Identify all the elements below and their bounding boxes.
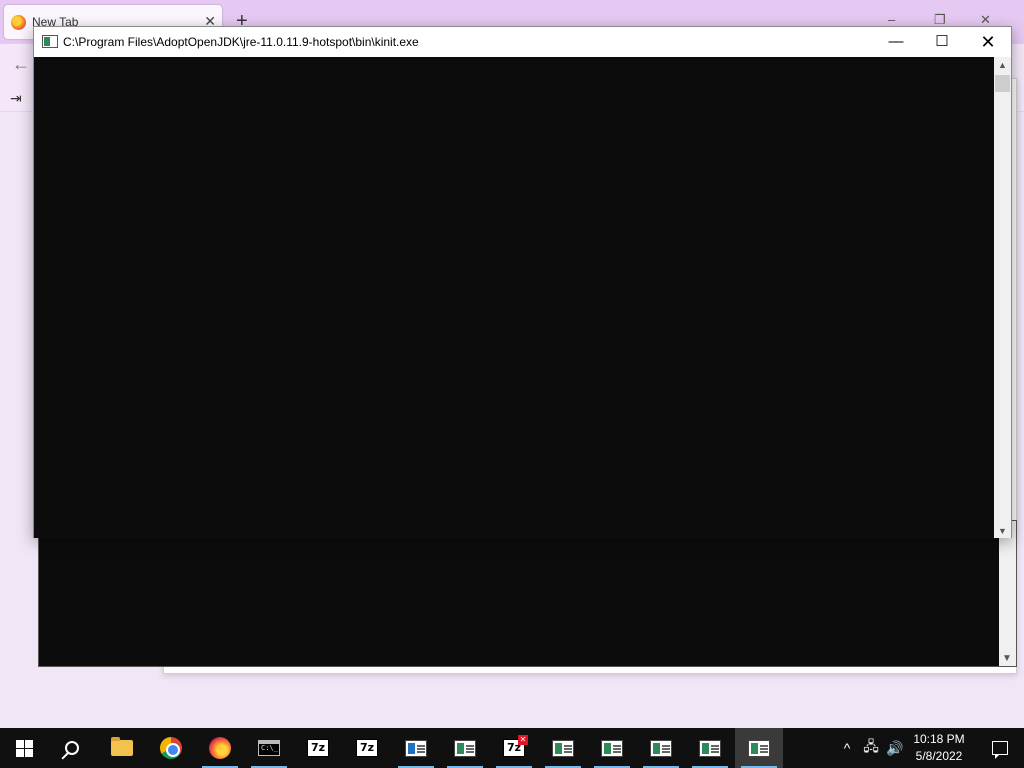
network-tray-button[interactable]: 🖧 — [860, 728, 882, 768]
taskbar-app-window[interactable] — [392, 728, 440, 768]
taskbar-java-console-1[interactable] — [441, 728, 489, 768]
taskbar-java-console-4[interactable] — [637, 728, 685, 768]
import-bookmarks-icon[interactable]: ⇥ — [10, 90, 22, 107]
scroll-down-arrow-icon[interactable]: ▼ — [998, 526, 1007, 536]
java-console-icon — [650, 739, 672, 757]
close-button[interactable]: ✕ — [965, 27, 1011, 57]
minimize-button[interactable]: — — [873, 27, 919, 57]
scroll-down-arrow-icon[interactable]: ▼ — [1002, 653, 1012, 664]
taskbar-7zip-error[interactable]: 7z ✕ — [490, 728, 538, 768]
taskbar-kinit-console[interactable] — [735, 728, 783, 768]
taskbar-java-console-5[interactable] — [686, 728, 734, 768]
volume-tray-button[interactable]: 🔊 — [884, 728, 906, 768]
windows-logo-icon — [15, 739, 33, 757]
firefox-favicon-icon — [11, 15, 26, 30]
clock-time: 10:18 PM — [913, 732, 965, 746]
chevron-up-icon: ^ — [843, 740, 851, 756]
console-scrollbar[interactable]: ▲ ▼ — [994, 57, 1011, 538]
cmd-icon-text: C:\_ — [261, 744, 278, 752]
taskbar-firefox[interactable] — [196, 728, 244, 768]
app-window-icon — [405, 739, 427, 757]
java-console-icon — [601, 739, 623, 757]
start-button[interactable] — [0, 728, 48, 768]
chrome-icon — [160, 737, 182, 759]
console-app-icon — [42, 35, 58, 48]
taskbar: C:\_ 7z 7z 7z ✕ ^ 🖧 🔊 10:18 PM 5/8/2022 — [0, 728, 1024, 768]
taskbar-file-explorer[interactable] — [98, 728, 146, 768]
back-arrow-icon[interactable]: ← — [12, 54, 30, 75]
taskbar-command-prompt[interactable]: C:\_ — [245, 728, 293, 768]
7zip-icon: 7z — [356, 739, 378, 757]
clock-date: 5/8/2022 — [915, 749, 963, 763]
scroll-up-arrow-icon[interactable]: ▲ — [998, 60, 1007, 70]
firefox-minimize-button[interactable]: – — [888, 12, 895, 27]
taskbar-7zip-2[interactable]: 7z — [343, 728, 391, 768]
volume-icon: 🔊 — [886, 739, 904, 756]
scrollbar-thumb[interactable] — [995, 75, 1010, 92]
taskbar-chrome[interactable] — [147, 728, 195, 768]
kinit-console-window: C:\Program Files\AdoptOpenJDK\jre-11.0.1… — [33, 26, 1012, 538]
taskbar-java-console-3[interactable] — [588, 728, 636, 768]
taskbar-java-console-2[interactable] — [539, 728, 587, 768]
maximize-button[interactable]: ☐ — [919, 27, 965, 57]
java-console-icon — [552, 739, 574, 757]
java-console-icon — [699, 739, 721, 757]
background-console-scrollbar[interactable]: ▼ — [999, 521, 1016, 666]
network-icon: 🖧 — [863, 738, 879, 754]
background-console-window: ▼ — [38, 520, 1017, 667]
java-console-icon — [748, 739, 770, 757]
show-hidden-icons-button[interactable]: ^ — [836, 728, 858, 768]
error-badge-icon: ✕ — [518, 735, 528, 745]
command-prompt-icon: C:\_ — [258, 740, 280, 756]
taskbar-clock[interactable]: 10:18 PM 5/8/2022 — [904, 728, 974, 768]
notification-icon — [992, 741, 1008, 759]
7zip-icon: 7z — [307, 739, 329, 757]
7zip-error-icon: 7z ✕ — [503, 735, 528, 757]
action-center-button[interactable] — [976, 728, 1024, 768]
firefox-icon — [209, 737, 231, 759]
console-output-area[interactable] — [34, 57, 996, 538]
search-icon — [65, 741, 79, 755]
folder-icon — [111, 737, 133, 756]
search-button[interactable] — [48, 728, 96, 768]
java-console-icon — [454, 739, 476, 757]
taskbar-7zip[interactable]: 7z — [294, 728, 342, 768]
console-title: C:\Program Files\AdoptOpenJDK\jre-11.0.1… — [63, 35, 419, 49]
console-titlebar[interactable]: C:\Program Files\AdoptOpenJDK\jre-11.0.1… — [34, 27, 1011, 57]
